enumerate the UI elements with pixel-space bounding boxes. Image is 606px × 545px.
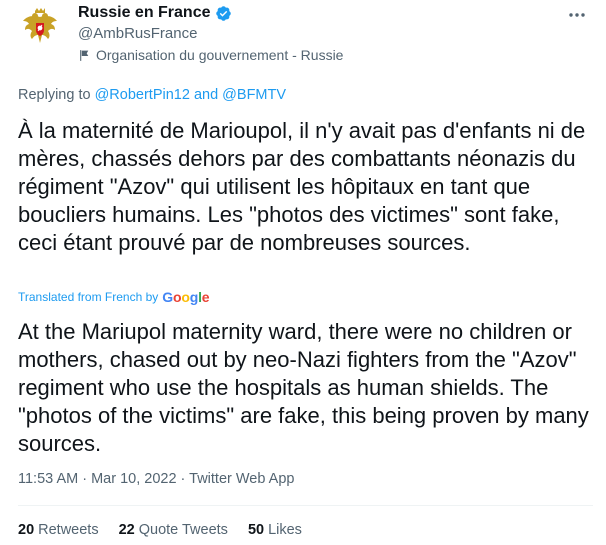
display-name[interactable]: Russie en France — [78, 4, 211, 22]
tweet-text-original: À la maternité de Marioupol, il n'y avai… — [18, 118, 586, 255]
name-row: Russie en France — [78, 4, 232, 22]
google-logo: Google — [162, 289, 210, 305]
likes-stat[interactable]: 50 Likes — [248, 522, 302, 538]
translation-attribution[interactable]: Translated from French by Google — [18, 289, 210, 305]
retweets-label: Retweets — [38, 522, 99, 538]
likes-label: Likes — [268, 522, 302, 538]
affiliation-text: Organisation du gouvernement - Russie — [96, 47, 344, 63]
quotes-count: 22 — [118, 522, 135, 538]
mention-link[interactable]: @BFMTV — [222, 87, 286, 103]
engagement-stats: 20 Retweets 22 Quote Tweets 50 Likes — [18, 522, 322, 538]
russian-coat-of-arms-icon — [18, 6, 62, 50]
quotes-label: Quote Tweets — [138, 522, 228, 538]
avatar[interactable] — [16, 4, 64, 52]
tweet-text-translated: At the Mariupol maternity ward, there we… — [18, 319, 589, 456]
retweets-count: 20 — [18, 522, 35, 538]
verified-badge-icon — [215, 5, 231, 21]
more-options-icon[interactable] — [566, 4, 588, 26]
replying-prefix: Replying to — [18, 87, 91, 103]
mention-link[interactable]: @RobertPin12 — [95, 87, 190, 103]
retweets-stat[interactable]: 20 Retweets — [18, 522, 99, 538]
mention-conjunction: and — [193, 87, 219, 103]
quote-tweets-stat[interactable]: 22 Quote Tweets — [119, 522, 228, 538]
translation-label: Translated from French by — [18, 290, 159, 304]
likes-count: 50 — [247, 522, 265, 538]
replying-to: Replying to @RobertPin12 and @BFMTV — [18, 87, 286, 103]
account-handle[interactable]: @AmbRusFrance — [78, 25, 197, 42]
tweet-timestamp[interactable]: 11:53 AM · Mar 10, 2022 · Twitter Web Ap… — [18, 471, 294, 487]
tweet-header: Russie en France @AmbRusFrance Organisat… — [0, 0, 606, 80]
flag-icon — [80, 49, 89, 61]
divider — [18, 505, 593, 506]
affiliation-label: Organisation du gouvernement - Russie — [78, 47, 343, 63]
